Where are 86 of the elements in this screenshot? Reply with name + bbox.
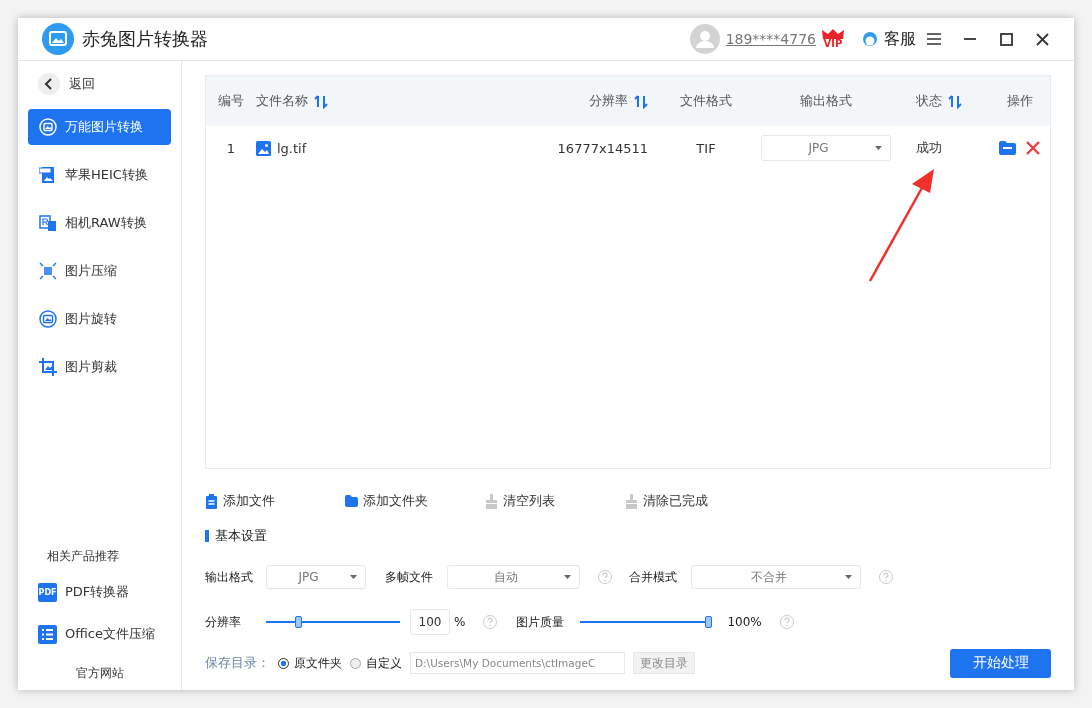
radio-option[interactable]: 自定义 [350, 654, 402, 672]
folder-icon [345, 493, 358, 509]
table-cell: TIF [696, 140, 716, 156]
delete-icon [1026, 141, 1040, 155]
menu-icon [927, 32, 941, 46]
column-header: 操作 [1006, 92, 1033, 110]
sidebar-item[interactable]: 图片旋转 [28, 301, 171, 337]
delete-button[interactable] [1026, 141, 1040, 155]
sort-icon[interactable] [948, 93, 962, 109]
merge-mode-dropdown[interactable]: 不合并 [691, 565, 861, 589]
sidebar-item[interactable]: 万能图片转换 [28, 109, 171, 145]
brush-icon [485, 493, 498, 509]
output-format-dropdown[interactable]: JPG [761, 135, 891, 161]
image-file-icon [256, 140, 271, 156]
app-logo-icon [42, 23, 74, 55]
sort-icon[interactable] [634, 93, 648, 109]
table-cell: 16777x14511 [557, 140, 648, 156]
directory-path-field[interactable]: D:\Users\My Documents\ctImageC [410, 652, 625, 674]
table-cell: 1 [226, 140, 236, 156]
caret-icon [350, 575, 357, 579]
close-icon [1035, 32, 1049, 46]
status-text: 成功 [916, 139, 942, 157]
clipboard-icon [205, 493, 218, 509]
unit-label: % [454, 615, 466, 629]
toolbar-button[interactable]: 添加文件夹 [345, 491, 485, 511]
resolution-input[interactable]: 100 [410, 609, 450, 635]
toolbar-button[interactable]: 添加文件 [205, 491, 345, 511]
customer-service-button[interactable]: 客服 [862, 28, 916, 50]
brush-icon [625, 493, 638, 509]
open-folder-button[interactable] [999, 141, 1016, 155]
image-convert-icon [39, 118, 57, 136]
field-label: 多帧文件 [385, 568, 433, 586]
related-heading: 相关产品推荐 [47, 548, 120, 565]
sidebar-item[interactable]: 苹果HEIC转换 [28, 157, 171, 193]
help-icon [878, 569, 894, 585]
heic-image-icon [39, 166, 57, 184]
file-name: lg.tif [277, 140, 307, 156]
start-button[interactable]: 开始处理 [950, 648, 1051, 678]
related-product-link[interactable]: PDF PDF转换器 [38, 581, 181, 603]
sidebar-item[interactable]: 相机RAW转换 [28, 205, 171, 241]
radio-button[interactable] [278, 657, 289, 669]
website-link[interactable]: 官方网站 [76, 665, 181, 682]
minimize-icon [964, 38, 976, 40]
pdf-icon: PDF [38, 582, 57, 602]
column-header: 编号 [218, 92, 244, 110]
caret-icon [845, 575, 852, 579]
field-label: 图片质量 [516, 613, 565, 631]
sort-icon[interactable] [314, 93, 328, 109]
column-header: 输出格式 [800, 92, 852, 110]
window-title: 赤兔图片转换器 [82, 27, 208, 51]
radio-button[interactable] [350, 657, 361, 669]
help-icon [482, 614, 499, 630]
section-heading: 基本设置 [205, 527, 1051, 545]
avatar-icon [689, 24, 720, 54]
column-header: 文件格式 [680, 92, 732, 110]
help-icon [778, 614, 795, 630]
folder-icon [999, 141, 1016, 155]
user-link[interactable]: 189****4776 [725, 31, 816, 47]
related-product-link[interactable]: Office文件压缩 [38, 623, 181, 645]
column-header: 状态 [916, 92, 942, 110]
field-label: 合并模式 [629, 568, 677, 586]
save-directory-label: 保存目录： [205, 654, 270, 672]
help-icon [597, 569, 613, 585]
rotate-image-icon [39, 310, 57, 328]
column-header: 分辨率 [589, 92, 628, 110]
field-label: 分辨率 [205, 613, 242, 631]
list-icon [38, 624, 57, 644]
slider-thumb[interactable] [295, 616, 303, 628]
output-format-dropdown[interactable]: JPG [266, 565, 366, 589]
slider-thumb[interactable] [705, 616, 713, 628]
quality-reading: 100% [727, 615, 762, 629]
column-header: 文件名称 [256, 92, 308, 110]
crown-icon [822, 29, 844, 39]
compress-image-icon [39, 262, 57, 280]
sidebar-item[interactable]: 图片剪裁 [28, 349, 171, 385]
caret-icon [875, 146, 882, 150]
radio-option[interactable]: 原文件夹 [278, 654, 342, 672]
field-label: 输出格式 [205, 568, 254, 586]
sidebar-item[interactable]: 图片压缩 [28, 253, 171, 289]
maximize-icon [999, 32, 1013, 46]
crop-icon [39, 358, 57, 376]
caret-icon [564, 575, 571, 579]
raw-image-icon [39, 214, 57, 232]
back-button[interactable]: 返回 [38, 73, 181, 95]
vip-label: VIP [823, 39, 843, 49]
multi-frame-dropdown[interactable]: 自动 [447, 565, 580, 589]
